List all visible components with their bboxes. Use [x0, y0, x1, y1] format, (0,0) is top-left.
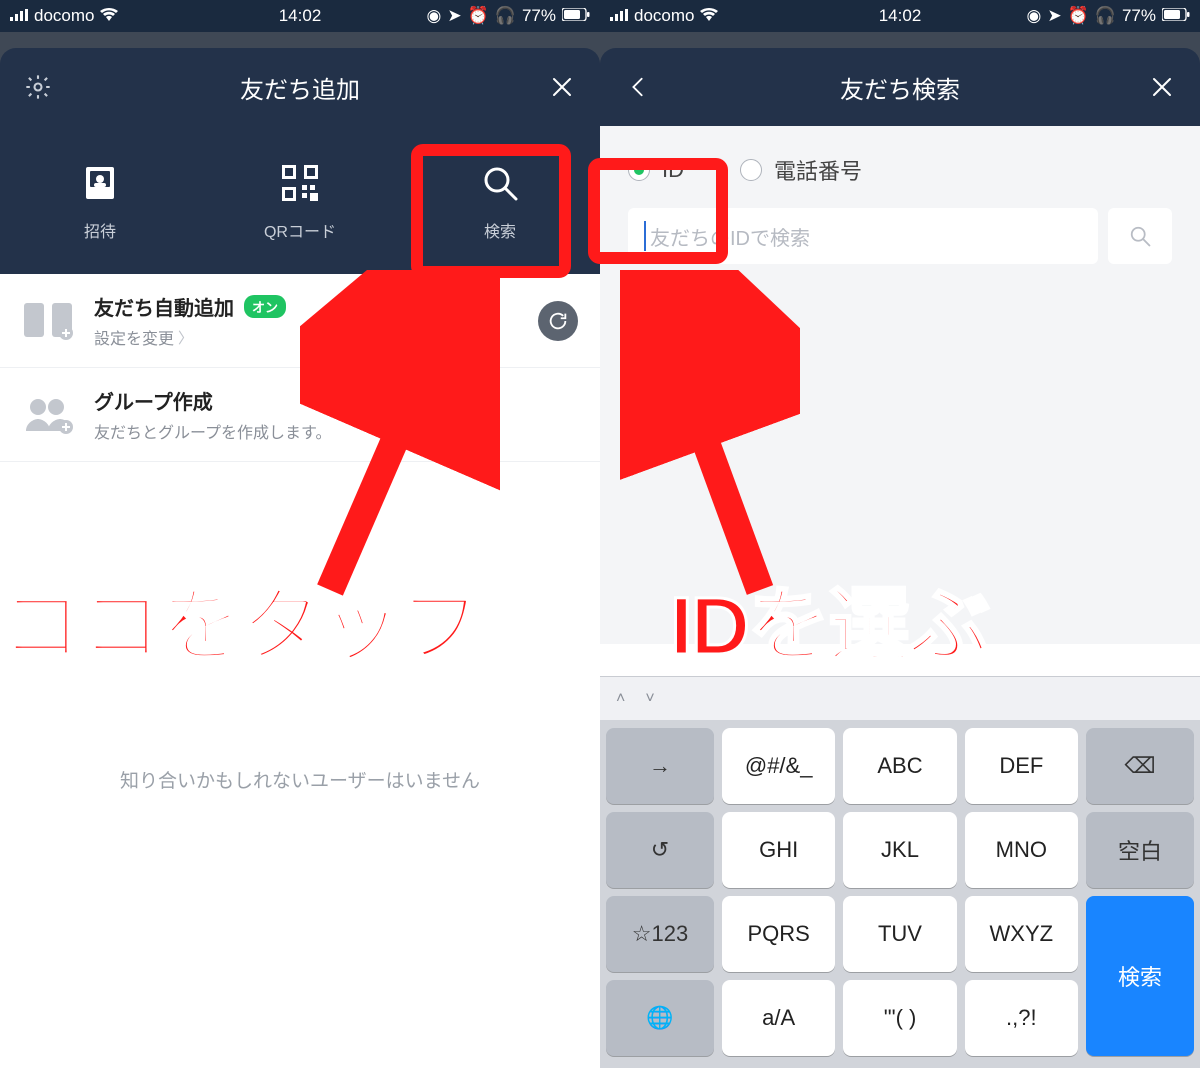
key-undo[interactable]: ↺ — [606, 812, 714, 888]
annotation-highlight-search — [411, 144, 571, 278]
key-mno[interactable]: MNO — [965, 812, 1078, 888]
keyboard: ˄ ˅ → @#/&_ ABC DEF ⌫ ↺ GHI JKL MNO 空白 ☆… — [600, 676, 1200, 1068]
settings-gear-icon[interactable] — [22, 71, 54, 103]
modal-header-2: 友だち検索 — [600, 48, 1200, 126]
key-shift[interactable]: a/A — [722, 980, 835, 1056]
close-icon[interactable] — [546, 71, 578, 103]
key-pqrs[interactable]: PQRS — [722, 896, 835, 972]
key-space[interactable]: 空白 — [1086, 812, 1194, 888]
key-jkl[interactable]: JKL — [843, 812, 956, 888]
nav-arrow-icon: ➤ — [1047, 6, 1061, 26]
wifi-icon — [100, 6, 118, 26]
toolbar-qrcode[interactable]: QRコード — [200, 126, 400, 274]
toolbar-invite[interactable]: 招待 — [0, 126, 200, 274]
location-icon: ◉ — [427, 6, 442, 26]
group-subtitle: 友だちとグループを作成します。 — [94, 419, 331, 443]
battery-percent: 77% — [522, 6, 556, 26]
key-backspace[interactable]: ⌫ — [1086, 728, 1194, 804]
chevron-right-icon: 〉 — [178, 327, 193, 348]
status-bar-2: docomo 14:02 ◉ ➤ ⏰ 🎧 77% — [600, 0, 1200, 32]
modal-title-2: 友だち検索 — [840, 70, 960, 105]
location-icon: ◉ — [1027, 6, 1042, 26]
sync-button[interactable] — [538, 301, 578, 341]
qrcode-icon — [275, 158, 325, 208]
key-symbols[interactable]: @#/&_ — [722, 728, 835, 804]
empty-suggestions: 知り合いかもしれないユーザーはいません — [0, 742, 600, 825]
modal-title: 友だち追加 — [240, 70, 360, 105]
auto-add-subtitle: 設定を変更 — [94, 325, 174, 349]
key-arrow[interactable]: → — [606, 728, 714, 804]
clock: 14:02 — [279, 6, 322, 26]
carrier-label: docomo — [634, 6, 694, 26]
radio-phone[interactable]: 電話番号 — [740, 154, 862, 186]
wifi-icon — [700, 6, 718, 26]
keyboard-toolbar: ˄ ˅ — [600, 676, 1200, 720]
radio-dot-off-icon — [740, 159, 762, 181]
key-def[interactable]: DEF — [965, 728, 1078, 804]
auto-add-title: 友だち自動追加 — [94, 292, 234, 321]
search-go-button[interactable] — [1108, 208, 1172, 264]
key-tuv[interactable]: TUV — [843, 896, 956, 972]
radio-phone-label: 電話番号 — [774, 154, 862, 186]
key-wxyz[interactable]: WXYZ — [965, 896, 1078, 972]
key-quotes[interactable]: '"( ) — [843, 980, 956, 1056]
key-ghi[interactable]: GHI — [722, 812, 835, 888]
key-123[interactable]: ☆123 — [606, 896, 714, 972]
group-title: グループ作成 — [94, 386, 213, 415]
alarm-icon: ⏰ — [1068, 6, 1089, 26]
battery-icon — [562, 6, 590, 26]
nav-arrow-icon: ➤ — [447, 6, 461, 26]
annotation-highlight-id — [588, 158, 728, 264]
signal-icon — [610, 6, 628, 26]
toolbar-invite-label: 招待 — [84, 218, 116, 242]
status-bar: docomo 14:02 ◉ ➤ ⏰ 🎧 77% — [0, 0, 600, 32]
alarm-icon: ⏰ — [468, 6, 489, 26]
toolbar-qrcode-label: QRコード — [264, 218, 336, 242]
clock-2: 14:02 — [879, 6, 922, 26]
annotation-arrow-2 — [620, 270, 800, 600]
key-punct[interactable]: .,?! — [965, 980, 1078, 1056]
headphone-icon: 🎧 — [1095, 6, 1116, 26]
kb-chevron-down-icon[interactable]: ˅ — [645, 690, 654, 708]
battery-icon — [1162, 6, 1190, 26]
annotation-arrow-1 — [300, 270, 500, 600]
group-icon — [22, 388, 76, 442]
back-icon[interactable] — [622, 71, 654, 103]
close-icon-2[interactable] — [1146, 71, 1178, 103]
kb-chevron-up-icon[interactable]: ˄ — [616, 690, 625, 708]
carrier-label: docomo — [34, 6, 94, 26]
on-badge: オン — [244, 295, 286, 318]
battery-percent: 77% — [1122, 6, 1156, 26]
key-globe[interactable]: 🌐 — [606, 980, 714, 1056]
key-search[interactable]: 検索 — [1086, 896, 1194, 1056]
signal-icon — [10, 6, 28, 26]
key-abc[interactable]: ABC — [843, 728, 956, 804]
modal-header: 友だち追加 — [0, 48, 600, 126]
invite-icon — [75, 158, 125, 208]
auto-add-icon — [22, 294, 76, 348]
headphone-icon: 🎧 — [495, 6, 516, 26]
